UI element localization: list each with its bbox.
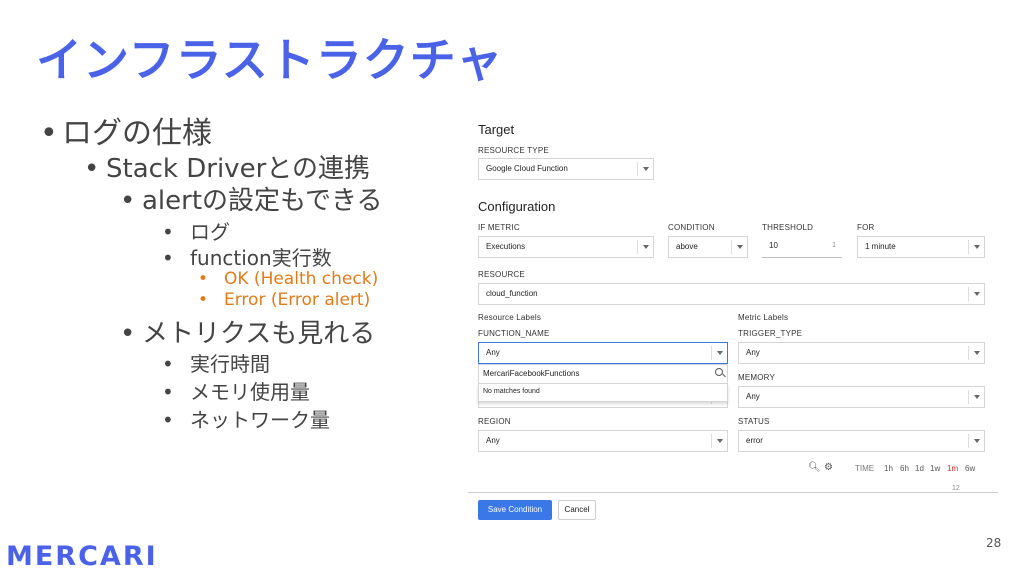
threshold-suffix: 1 (832, 242, 836, 249)
function-name-label: FUNCTION_NAME (478, 329, 550, 338)
bullet-item: • function実行数 (162, 246, 332, 270)
bullet-item: • ログの仕様 (40, 116, 212, 151)
time-option-1d[interactable]: 1d (915, 464, 924, 473)
if-metric-select[interactable]: Executions (478, 236, 654, 258)
chevron-down-icon (711, 434, 727, 448)
status-label: STATUS (738, 417, 770, 426)
for-value: 1 minute (865, 242, 896, 251)
time-option-6h[interactable]: 6h (900, 464, 909, 473)
resource-type-label: RESOURCE TYPE (478, 146, 549, 155)
region-label: REGION (478, 417, 511, 426)
function-name-select[interactable]: Any (478, 342, 728, 364)
for-label: FOR (857, 223, 875, 232)
bullet-item: • メモリ使用量 (162, 380, 310, 404)
chevron-down-icon (637, 162, 653, 176)
bullet-item: • ログ (162, 220, 230, 244)
memory-select[interactable]: Any (738, 386, 985, 408)
condition-select[interactable]: above (668, 236, 748, 258)
bullet-item: • alertの設定もできる (120, 186, 383, 216)
slide-title: インフラストラクチャ (36, 33, 504, 87)
save-condition-button[interactable]: Save Condition (478, 500, 552, 520)
chevron-down-icon (968, 346, 984, 360)
chevron-down-icon (968, 240, 984, 254)
bullet-item: • メトリクスも見れる (120, 319, 376, 349)
chevron-down-icon (711, 346, 727, 360)
threshold-label: THRESHOLD (762, 223, 814, 232)
chevron-down-icon (968, 287, 984, 301)
metric-labels-title: Metric Labels (738, 313, 789, 322)
time-option-1w[interactable]: 1w (930, 464, 940, 473)
gear-icon[interactable]: ⚙ (824, 462, 833, 473)
chart-tick: 12 (952, 485, 960, 492)
threshold-value: 10 (769, 241, 778, 250)
search-icon (715, 368, 723, 376)
chevron-down-icon (637, 240, 653, 254)
memory-label: MEMORY (738, 373, 776, 382)
target-title: Target (478, 122, 515, 137)
resource-value: cloud_function (486, 289, 538, 298)
bullet-item: • 実行時間 (162, 352, 270, 376)
alert-condition-form: Target RESOURCE TYPE Google Cloud Functi… (468, 110, 998, 530)
time-option-6w[interactable]: 6w (965, 464, 975, 473)
resource-select[interactable]: cloud_function (478, 283, 985, 305)
condition-value: above (676, 242, 698, 251)
page-number: 28 (986, 536, 1002, 550)
function-name-value: Any (486, 348, 500, 357)
time-label: TIME (855, 464, 875, 473)
zoom-icon[interactable]: 🔍︎ (808, 462, 821, 473)
trigger-type-value: Any (746, 348, 760, 357)
bullet-item: • ネットワーク量 (162, 408, 330, 432)
region-value: Any (486, 436, 500, 445)
function-name-search-input[interactable]: MercariFacebookFunctions (478, 364, 728, 384)
status-value: error (746, 436, 763, 445)
dropdown-no-results: No matches found (478, 384, 728, 402)
bullet-item: • OK (Health check) (198, 269, 379, 289)
cancel-button[interactable]: Cancel (558, 500, 596, 520)
region-select[interactable]: Any (478, 430, 728, 452)
resource-label: RESOURCE (478, 270, 525, 279)
bullet-item: • Error (Error alert) (198, 290, 371, 310)
chevron-down-icon (968, 434, 984, 448)
if-metric-label: IF METRIC (478, 223, 520, 232)
mercari-logo: MERCARI (6, 541, 158, 572)
trigger-type-select[interactable]: Any (738, 342, 985, 364)
chevron-down-icon (731, 240, 747, 254)
resource-labels-title: Resource Labels (478, 313, 542, 322)
for-select[interactable]: 1 minute (857, 236, 985, 258)
chevron-down-icon (968, 390, 984, 404)
threshold-input[interactable]: 10 1 (762, 236, 842, 258)
condition-label: CONDITION (668, 223, 715, 232)
resource-type-value: Google Cloud Function (486, 164, 568, 173)
chart-baseline (468, 492, 998, 493)
status-select[interactable]: error (738, 430, 985, 452)
search-value: MercariFacebookFunctions (483, 369, 580, 378)
time-option-1m[interactable]: 1m (947, 464, 958, 473)
trigger-type-label: TRIGGER_TYPE (738, 329, 803, 338)
resource-type-select[interactable]: Google Cloud Function (478, 158, 654, 180)
configuration-title: Configuration (478, 199, 556, 214)
if-metric-value: Executions (486, 242, 526, 251)
memory-value: Any (746, 392, 760, 401)
time-option-1h[interactable]: 1h (884, 464, 893, 473)
